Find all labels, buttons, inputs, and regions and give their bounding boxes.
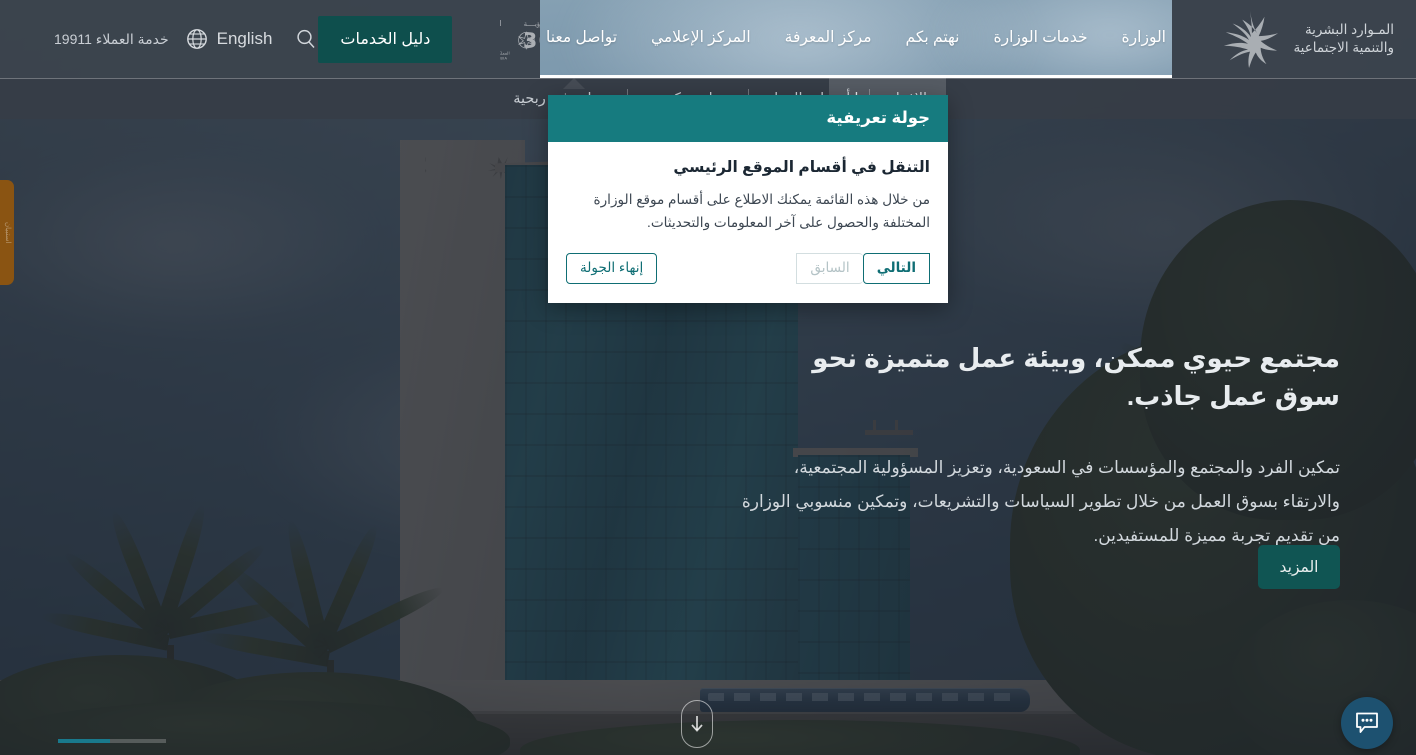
hero-carousel-progress[interactable] (58, 739, 166, 743)
nav-item-contact-us[interactable]: تواصل معنا (540, 28, 634, 47)
hero-carousel-progress-fill (58, 739, 110, 743)
side-survey-tab-label: استبيان (4, 221, 11, 244)
tour-footer: التالي السابق إنهاء الجولة (548, 235, 948, 303)
tour-step-title: التنقل في أقسام الموقع الرئيسي (673, 159, 930, 176)
chat-bubble-dots-icon (1356, 712, 1378, 733)
tour-next-button[interactable]: التالي (862, 252, 930, 284)
arrow-down-icon (691, 716, 703, 732)
language-label: English (216, 29, 273, 48)
nav-item-we-care[interactable]: نهتم بكم (889, 28, 977, 47)
ministry-brand-name: المـوارد البشرية والتنمية الاجتماعية (1293, 21, 1394, 55)
hero-heading: مجتمع حيوي ممكن، وبيئة عمل متميزة نحو سو… (812, 343, 1340, 411)
scroll-down-button[interactable] (681, 700, 713, 748)
tour-header-title: جولة تعريفية (548, 95, 948, 142)
side-survey-tab[interactable]: استبيان (0, 180, 14, 285)
tour-spotlight-mainnav: الوزارة خدمات الوزارة نهتم بكم مركز المع… (540, 0, 1172, 78)
nav-item-ministry[interactable]: الوزارة (1105, 28, 1172, 47)
language-switcher[interactable]: English (185, 27, 273, 51)
tour-previous-button[interactable]: السابق (796, 252, 863, 284)
palm-star-icon (1224, 10, 1279, 69)
tour-end-button[interactable]: إنهاء الجولة (566, 252, 658, 284)
svg-text:KINGDOM OF SAUDI ARABIA: KINGDOM OF SAUDI ARABIA (500, 56, 507, 60)
hero-paragraph: تمكين الفرد والمجتمع والمؤسسات في السعود… (741, 458, 1340, 546)
ministry-brand-logo[interactable]: المـوارد البشرية والتنمية الاجتماعية (1172, 0, 1416, 78)
svg-text:VISION: VISION (500, 19, 502, 28)
hero-text-block: مجتمع حيوي ممكن، وبيئة عمل متميزة نحو سو… (740, 340, 1340, 553)
hero-more-button[interactable]: المزيد (1258, 545, 1340, 589)
search-button[interactable] (294, 27, 318, 51)
globe-icon (186, 29, 207, 49)
nav-item-media-center[interactable]: المركز الإعلامي (634, 28, 768, 47)
services-guide-button[interactable]: دليل الخدمات (318, 15, 453, 63)
tour-step-nav-buttons: التالي السابق (796, 252, 930, 284)
tour-step-description: من خلال هذه القائمة يمكنك الاطلاع على أق… (593, 192, 931, 231)
nav-item-ministry-services[interactable]: خدمات الوزارة (976, 28, 1104, 47)
svg-text:المملكة العربية السعودية: المملكة العربية السعودية (500, 51, 510, 56)
page-root: الموارد البشرية والتنمية الاجتماعية (0, 0, 1416, 755)
guided-tour-popover: جولة تعريفية التنقل في أقسام الموقع الرئ… (548, 95, 948, 303)
svg-text:2: 2 (500, 28, 501, 52)
header-left-utilities: VISION رؤيــــة 2 3 0 المملكة العربية ال… (0, 0, 572, 78)
main-navigation: الوزارة خدمات الوزارة نهتم بكم مركز المع… (540, 0, 1172, 75)
chat-support-button[interactable] (1341, 697, 1393, 749)
customer-service-phone[interactable]: خدمة العملاء 19911 (54, 31, 169, 48)
nav-item-knowledge-center[interactable]: مركز المعرفة (768, 28, 889, 47)
tour-body: التنقل في أقسام الموقع الرئيسي من خلال ه… (548, 142, 948, 235)
search-icon (297, 29, 315, 49)
